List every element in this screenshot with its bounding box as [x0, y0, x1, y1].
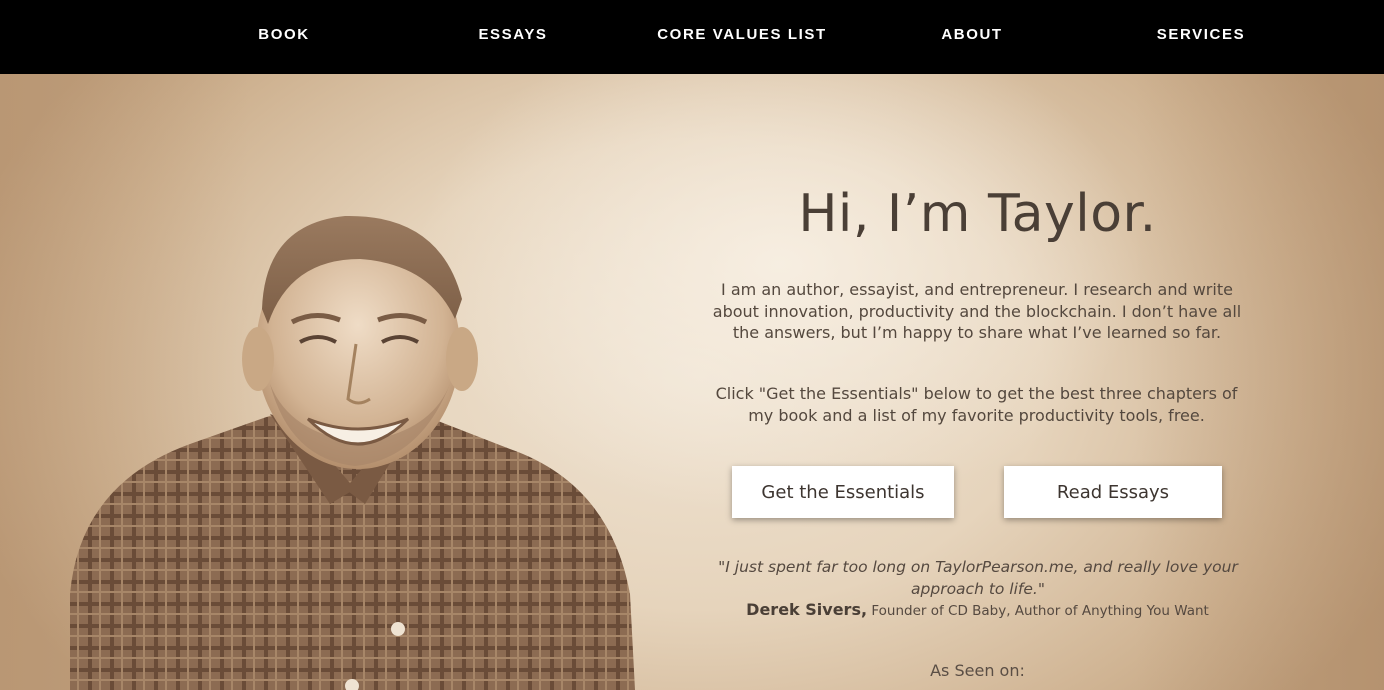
nav-core-values-list[interactable]: CORE VALUES LIST	[657, 26, 827, 46]
testimonial-title: Founder of CD Baby, Author of Anything Y…	[871, 603, 1209, 619]
read-essays-button[interactable]: Read Essays	[1004, 466, 1222, 518]
as-seen-on-label: As Seen on:	[930, 661, 1025, 680]
testimonial-attribution: Derek Sivers, Founder of CD Baby, Author…	[700, 600, 1255, 619]
top-navbar: BOOK ESSAYS CORE VALUES LIST ABOUT SERVI…	[0, 0, 1384, 74]
hero-content: Hi, I’m Taylor. I am an author, essayist…	[700, 74, 1260, 690]
hero-section: Hi, I’m Taylor. I am an author, essayist…	[0, 74, 1384, 690]
nav-essays[interactable]: ESSAYS	[478, 26, 547, 46]
right-ear	[446, 327, 478, 391]
cta-description: Click "Get the Essentials" below to get …	[715, 384, 1238, 425]
nav-about[interactable]: ABOUT	[941, 26, 1002, 46]
shirt-button	[391, 622, 405, 636]
get-the-essentials-button[interactable]: Get the Essentials	[732, 466, 954, 518]
testimonial-name: Derek Sivers,	[746, 600, 868, 619]
nav-services[interactable]: SERVICES	[1157, 26, 1245, 46]
author-portrait	[70, 215, 635, 690]
left-ear	[242, 327, 274, 391]
nav-book[interactable]: BOOK	[258, 26, 309, 46]
hero-headline: Hi, I’m Taylor.	[798, 184, 1157, 244]
hero-intro: I am an author, essayist, and entreprene…	[712, 280, 1242, 342]
testimonial-quote: "I just spent far too long on TaylorPear…	[718, 558, 1238, 598]
